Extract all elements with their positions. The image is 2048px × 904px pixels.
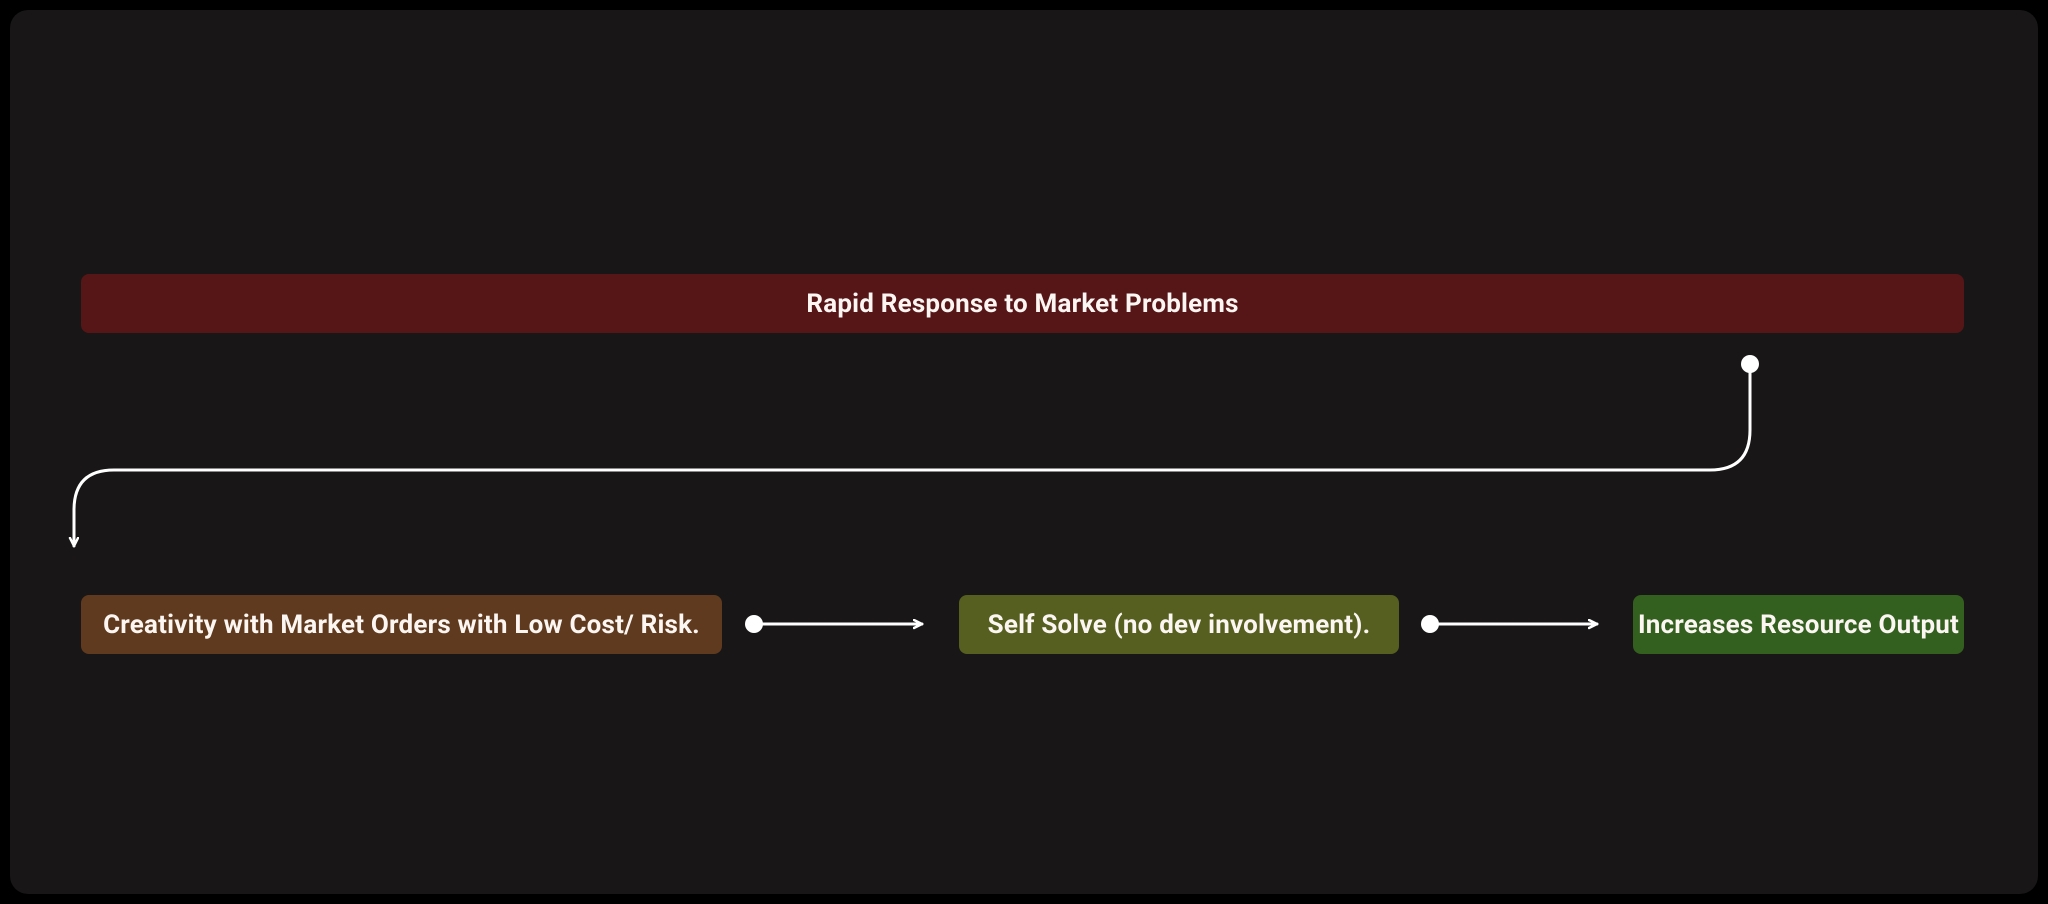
- connector-top-to-a: [74, 355, 1759, 546]
- node-rapid-response[interactable]: Rapid Response to Market Problems: [81, 274, 1964, 333]
- node-resource-output[interactable]: Increases Resource Output: [1633, 595, 1964, 654]
- node-label: Increases Resource Output: [1638, 610, 1959, 640]
- node-label: Self Solve (no dev involvement).: [988, 610, 1371, 640]
- node-label: Rapid Response to Market Problems: [806, 289, 1238, 319]
- node-label: Creativity with Market Orders with Low C…: [103, 610, 700, 640]
- connector-a-to-b: [745, 615, 922, 633]
- connectors-layer: [10, 10, 2038, 894]
- diagram-canvas: Rapid Response to Market Problems Creati…: [10, 10, 2038, 894]
- connector-b-to-c: [1421, 615, 1597, 633]
- node-creativity[interactable]: Creativity with Market Orders with Low C…: [81, 595, 722, 654]
- node-self-solve[interactable]: Self Solve (no dev involvement).: [959, 595, 1399, 654]
